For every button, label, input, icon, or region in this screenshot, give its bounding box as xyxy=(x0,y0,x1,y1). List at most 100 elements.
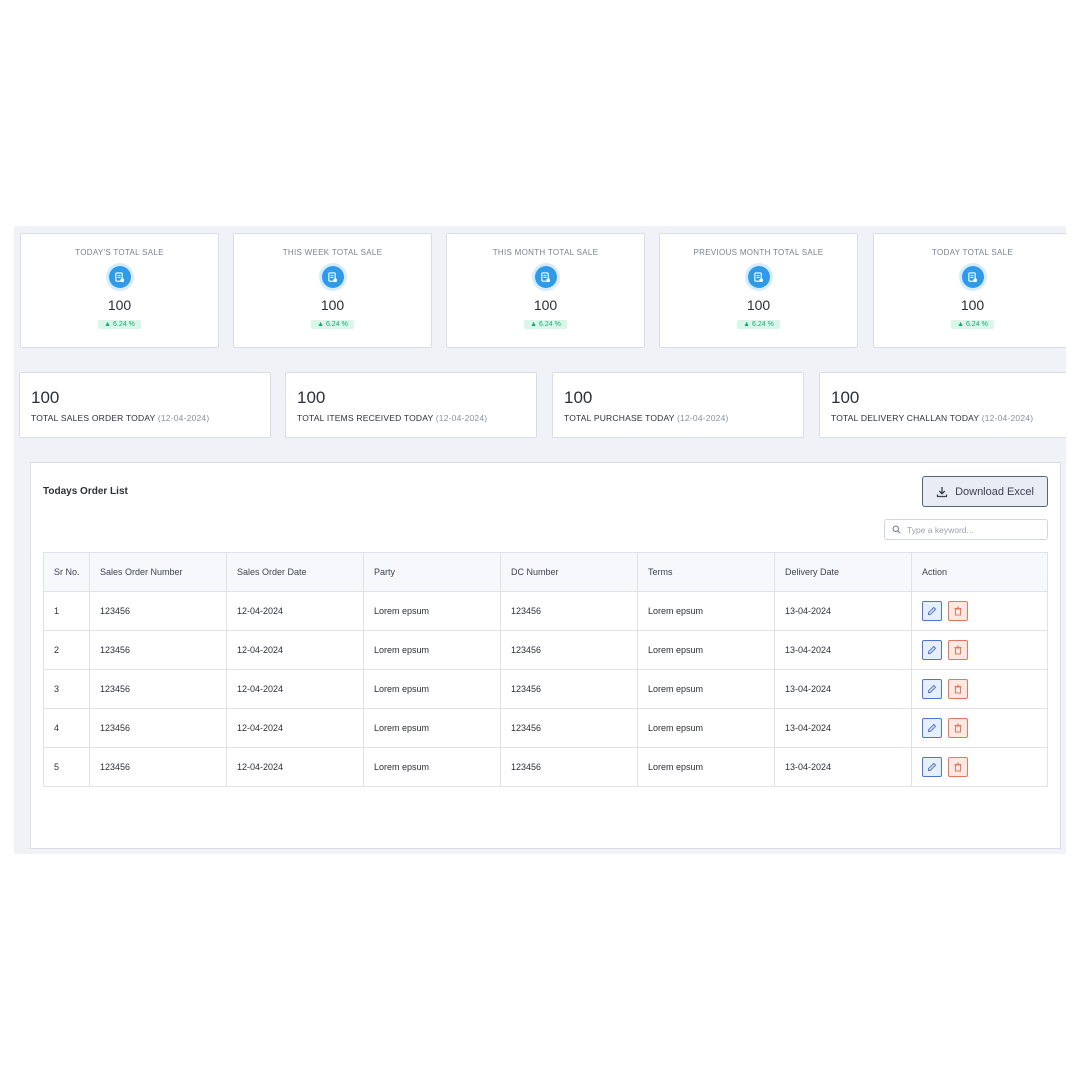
cell-sr-no: 5 xyxy=(43,747,90,787)
trash-icon xyxy=(954,723,962,733)
stat-title: TODAY'S TOTAL SALE xyxy=(75,248,164,257)
cell-sr-no: 4 xyxy=(43,708,90,748)
search-input[interactable] xyxy=(907,524,1037,535)
cell-action xyxy=(911,669,1048,709)
change-badge: ▲ 6.24 % xyxy=(951,320,994,329)
cell-delivery-date: 13-04-2024 xyxy=(774,708,912,748)
column-header: Party xyxy=(363,552,501,592)
column-header: Sales Order Date xyxy=(226,552,364,592)
stat-value: 100 xyxy=(320,297,345,313)
document-icon xyxy=(321,266,344,288)
document-icon xyxy=(961,266,984,288)
search-box[interactable] xyxy=(884,519,1048,540)
summary-value: 100 xyxy=(297,388,326,407)
change-badge: ▲ 6.24 % xyxy=(524,320,567,329)
stat-title: TODAY TOTAL SALE xyxy=(932,248,1013,257)
table-row: 5 123456 12-04-2024 Lorem epsum 123456 L… xyxy=(43,747,1048,787)
trash-icon xyxy=(954,606,962,616)
cell-party: Lorem epsum xyxy=(363,630,501,670)
cell-delivery-date: 13-04-2024 xyxy=(774,747,912,787)
column-header: Terms xyxy=(637,552,775,592)
document-icon xyxy=(108,266,131,288)
cell-sales-order-number: 123456 xyxy=(89,708,227,748)
document-icon xyxy=(747,266,770,288)
table-row: 2 123456 12-04-2024 Lorem epsum 123456 L… xyxy=(43,630,1048,670)
cell-sales-order-date: 12-04-2024 xyxy=(226,591,364,631)
cell-sales-order-number: 123456 xyxy=(89,669,227,709)
edit-button[interactable] xyxy=(922,679,942,699)
edit-icon xyxy=(928,645,937,654)
orders-panel: Todays Order List Download Excel Sr No. … xyxy=(30,462,1061,849)
delete-button[interactable] xyxy=(948,757,968,777)
stat-value: 100 xyxy=(533,297,558,313)
change-badge: ▲ 6.24 % xyxy=(98,320,141,329)
cell-delivery-date: 13-04-2024 xyxy=(774,591,912,631)
summary-label: TOTAL PURCHASE TODAY (12-04-2024) xyxy=(564,413,729,423)
edit-button[interactable] xyxy=(922,640,942,660)
edit-button[interactable] xyxy=(922,718,942,738)
delete-button[interactable] xyxy=(948,718,968,738)
cell-action xyxy=(911,630,1048,670)
download-excel-button[interactable]: Download Excel xyxy=(922,476,1048,507)
cell-sr-no: 1 xyxy=(43,591,90,631)
cell-sales-order-number: 123456 xyxy=(89,591,227,631)
table-row: 4 123456 12-04-2024 Lorem epsum 123456 L… xyxy=(43,708,1048,748)
stat-card-month: THIS MONTH TOTAL SALE 100 ▲ 6.24 % xyxy=(446,233,645,348)
search-icon xyxy=(892,525,901,534)
column-header: DC Number xyxy=(500,552,638,592)
trash-icon xyxy=(954,645,962,655)
stat-value: 100 xyxy=(746,297,771,313)
cell-action xyxy=(911,708,1048,748)
cell-party: Lorem epsum xyxy=(363,591,501,631)
stat-value: 100 xyxy=(960,297,985,313)
summary-card-items-received: 100 TOTAL ITEMS RECEIVED TODAY (12-04-20… xyxy=(285,372,537,438)
delete-button[interactable] xyxy=(948,601,968,621)
edit-button[interactable] xyxy=(922,757,942,777)
cell-dc-number: 123456 xyxy=(500,630,638,670)
download-label: Download Excel xyxy=(955,485,1034,498)
summary-card-sales-order: 100 TOTAL SALES ORDER TODAY (12-04-2024) xyxy=(19,372,271,438)
table-header-row: Sr No. Sales Order Number Sales Order Da… xyxy=(43,552,1048,592)
trash-icon xyxy=(954,762,962,772)
cell-terms: Lorem epsum xyxy=(637,591,775,631)
delete-button[interactable] xyxy=(948,640,968,660)
cell-delivery-date: 13-04-2024 xyxy=(774,630,912,670)
stat-title: PREVIOUS MONTH TOTAL SALE xyxy=(693,248,824,257)
download-icon xyxy=(936,486,948,497)
cell-sr-no: 3 xyxy=(43,669,90,709)
stat-card-previous-month: PREVIOUS MONTH TOTAL SALE 100 ▲ 6.24 % xyxy=(659,233,858,348)
column-header: Sales Order Number xyxy=(89,552,227,592)
cell-sr-no: 2 xyxy=(43,630,90,670)
summary-card-delivery-challan: 100 TOTAL DELIVERY CHALLAN TODAY (12-04-… xyxy=(819,372,1066,438)
stat-value: 100 xyxy=(107,297,132,313)
summary-label: TOTAL DELIVERY CHALLAN TODAY (12-04-2024… xyxy=(831,413,1034,423)
cell-delivery-date: 13-04-2024 xyxy=(774,669,912,709)
cell-terms: Lorem epsum xyxy=(637,630,775,670)
cell-party: Lorem epsum xyxy=(363,747,501,787)
cell-party: Lorem epsum xyxy=(363,708,501,748)
cell-sales-order-number: 123456 xyxy=(89,747,227,787)
cell-sales-order-date: 12-04-2024 xyxy=(226,630,364,670)
summary-card-purchase: 100 TOTAL PURCHASE TODAY (12-04-2024) xyxy=(552,372,804,438)
column-header: Sr No. xyxy=(43,552,90,592)
summary-label: TOTAL SALES ORDER TODAY (12-04-2024) xyxy=(31,413,210,423)
column-header: Action xyxy=(911,552,1048,592)
cell-dc-number: 123456 xyxy=(500,591,638,631)
cell-sales-order-number: 123456 xyxy=(89,630,227,670)
panel-title: Todays Order List xyxy=(43,486,128,497)
cell-action xyxy=(911,747,1048,787)
stat-card-week: THIS WEEK TOTAL SALE 100 ▲ 6.24 % xyxy=(233,233,432,348)
column-header: Delivery Date xyxy=(774,552,912,592)
stat-card-today-total: TODAY TOTAL SALE 100 ▲ 6.24 % xyxy=(873,233,1066,348)
delete-button[interactable] xyxy=(948,679,968,699)
change-badge: ▲ 6.24 % xyxy=(311,320,354,329)
cell-sales-order-date: 12-04-2024 xyxy=(226,669,364,709)
document-icon xyxy=(534,266,557,288)
summary-value: 100 xyxy=(31,388,60,407)
cell-dc-number: 123456 xyxy=(500,708,638,748)
edit-button[interactable] xyxy=(922,601,942,621)
stat-card-today: TODAY'S TOTAL SALE 100 ▲ 6.24 % xyxy=(20,233,219,348)
edit-icon xyxy=(928,723,937,732)
cell-sales-order-date: 12-04-2024 xyxy=(226,747,364,787)
table-row: 1 123456 12-04-2024 Lorem epsum 123456 L… xyxy=(43,591,1048,631)
